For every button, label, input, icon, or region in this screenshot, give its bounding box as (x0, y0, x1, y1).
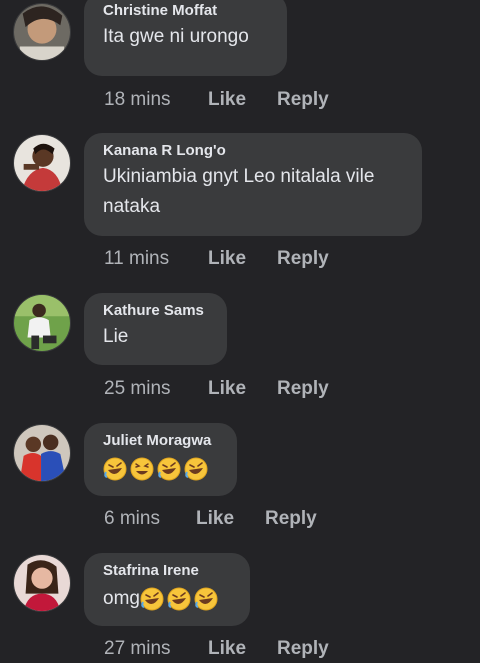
comment-bubble: Stafrina Irene omg (84, 553, 250, 626)
comment-bubble: Christine Moffat Ita gwe ni urongo (84, 0, 287, 76)
grinning-squinting-icon (130, 457, 154, 481)
comment-text: Ukiniambia gnyt Leo nitalala vile nataka (103, 166, 375, 217)
avatar[interactable] (13, 134, 71, 192)
rolling-on-floor-laughing-icon (103, 457, 127, 481)
commenter-name[interactable]: Kathure Sams (103, 302, 209, 320)
avatar[interactable] (13, 554, 71, 612)
comment-text: Ita gwe ni urongo (103, 26, 249, 47)
comment-actions: 6 mins Like Reply (104, 507, 317, 531)
commenter-name[interactable]: Christine Moffat (103, 2, 269, 20)
avatar[interactable] (13, 294, 71, 352)
reply-button[interactable]: Reply (277, 88, 329, 112)
comment-actions: 25 mins Like Reply (104, 377, 329, 401)
comment-timestamp: 6 mins (104, 508, 160, 529)
like-button[interactable]: Like (196, 507, 265, 531)
rolling-on-floor-laughing-icon (184, 457, 208, 481)
comment-text (103, 454, 219, 484)
like-button[interactable]: Like (208, 637, 277, 661)
comment-text-content: omg (103, 588, 140, 609)
comment-timestamp: 25 mins (104, 378, 171, 399)
rolling-on-floor-laughing-icon (194, 587, 218, 611)
comment-actions: 18 mins Like Reply (104, 88, 329, 112)
comment-bubble: Kanana R Long'o Ukiniambia gnyt Leo nita… (84, 133, 422, 236)
reply-button[interactable]: Reply (277, 637, 329, 661)
avatar[interactable] (13, 424, 71, 482)
commenter-name[interactable]: Juliet Moragwa (103, 432, 219, 450)
comment-text: omg (103, 584, 232, 614)
like-button[interactable]: Like (208, 377, 277, 401)
comment-bubble: Kathure Sams Lie (84, 293, 227, 365)
like-button[interactable]: Like (208, 88, 277, 112)
avatar[interactable] (13, 3, 71, 61)
commenter-name[interactable]: Kanana R Long'o (103, 142, 404, 160)
reply-button[interactable]: Reply (265, 507, 317, 531)
comment-timestamp: 18 mins (104, 89, 171, 110)
comment-actions: 11 mins Like Reply (104, 247, 329, 271)
rolling-on-floor-laughing-icon (167, 587, 191, 611)
commenter-name[interactable]: Stafrina Irene (103, 562, 232, 580)
comment-text: Lie (103, 326, 129, 347)
rolling-on-floor-laughing-icon (140, 587, 164, 611)
comment-timestamp: 11 mins (104, 248, 170, 269)
comment-actions: 27 mins Like Reply (104, 637, 329, 661)
comment-bubble: Juliet Moragwa (84, 423, 237, 496)
comment-timestamp: 27 mins (104, 638, 171, 659)
reply-button[interactable]: Reply (277, 377, 329, 401)
rolling-on-floor-laughing-icon (157, 457, 181, 481)
like-button[interactable]: Like (208, 247, 277, 271)
reply-button[interactable]: Reply (277, 247, 329, 271)
